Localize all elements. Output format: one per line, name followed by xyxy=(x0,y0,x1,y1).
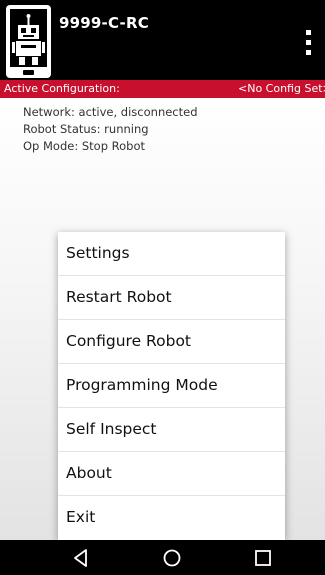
menu-item-label: About xyxy=(66,464,112,482)
menu-item-restart-robot[interactable]: Restart Robot xyxy=(58,276,285,320)
menu-item-label: Self Inspect xyxy=(66,420,157,438)
menu-item-label: Programming Mode xyxy=(66,376,218,394)
menu-item-about[interactable]: About xyxy=(58,452,285,496)
active-config-bar: Active Configuration: <No Config Set> xyxy=(0,80,325,98)
menu-item-label: Exit xyxy=(66,508,96,526)
menu-item-label: Restart Robot xyxy=(66,288,172,306)
recents-square-icon[interactable] xyxy=(252,547,274,569)
robot-icon xyxy=(6,5,51,78)
home-circle-icon[interactable] xyxy=(161,547,183,569)
network-status: Network: active, disconnected xyxy=(23,105,198,119)
system-nav-bar xyxy=(0,540,325,575)
active-config-value: <No Config Set> xyxy=(238,82,325,95)
menu-item-exit[interactable]: Exit xyxy=(58,496,285,540)
app-title: 9999-C-RC xyxy=(59,14,149,32)
menu-item-configure-robot[interactable]: Configure Robot xyxy=(58,320,285,364)
menu-item-label: Configure Robot xyxy=(66,332,192,350)
menu-item-label: Settings xyxy=(66,244,130,262)
app-bar: 9999-C-RC xyxy=(0,0,325,80)
menu-item-self-inspect[interactable]: Self Inspect xyxy=(58,408,285,452)
overflow-menu: Settings Restart Robot Configure Robot P… xyxy=(58,232,285,540)
back-triangle-icon[interactable] xyxy=(70,547,92,569)
active-config-label: Active Configuration: xyxy=(4,82,120,95)
op-mode-status: Op Mode: Stop Robot xyxy=(23,139,146,153)
menu-item-settings[interactable]: Settings xyxy=(58,232,285,276)
robot-status: Robot Status: running xyxy=(23,122,149,136)
more-vert-icon[interactable] xyxy=(298,28,320,60)
menu-item-programming-mode[interactable]: Programming Mode xyxy=(58,364,285,408)
